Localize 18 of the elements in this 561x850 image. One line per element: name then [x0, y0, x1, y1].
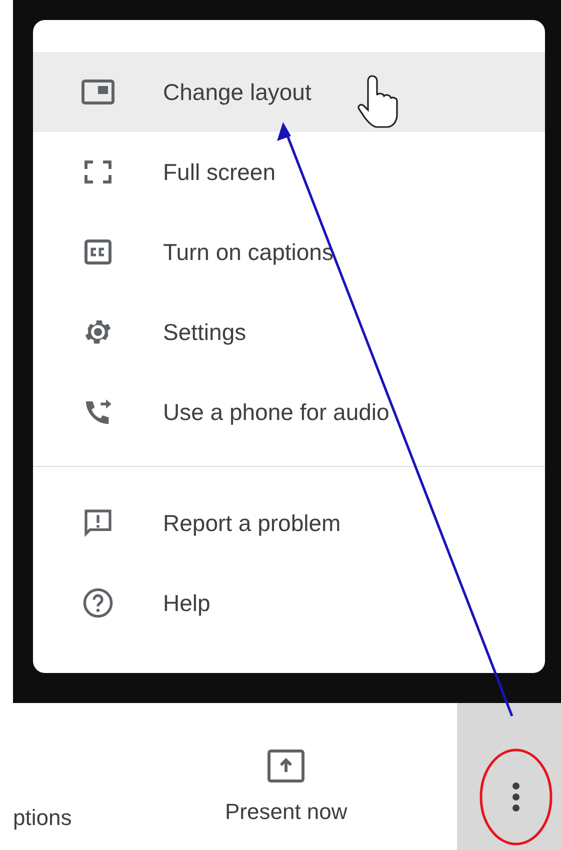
help-icon	[82, 587, 114, 619]
present-icon	[267, 749, 306, 783]
present-now-button[interactable]: Present now	[225, 749, 348, 825]
menu-item[interactable]: Use a phone for audio	[33, 372, 545, 452]
feedback-icon	[82, 507, 114, 539]
captions-icon	[84, 239, 112, 265]
hand-cursor-icon	[358, 75, 398, 128]
menu-item[interactable]: Report a problem	[33, 483, 545, 563]
menu-item[interactable]: Full screen	[33, 132, 545, 212]
layout-icon	[81, 79, 115, 105]
fullscreen-icon	[84, 160, 112, 184]
more-vert-icon	[511, 782, 521, 812]
menu-item[interactable]: Change layout	[33, 52, 545, 132]
menu-item[interactable]: Settings	[33, 292, 545, 372]
menu-item[interactable]: Turn on captions	[33, 212, 545, 292]
button-label: ptions	[13, 805, 72, 831]
menu-item[interactable]: Help	[33, 563, 545, 643]
more-options-button[interactable]	[457, 703, 561, 850]
